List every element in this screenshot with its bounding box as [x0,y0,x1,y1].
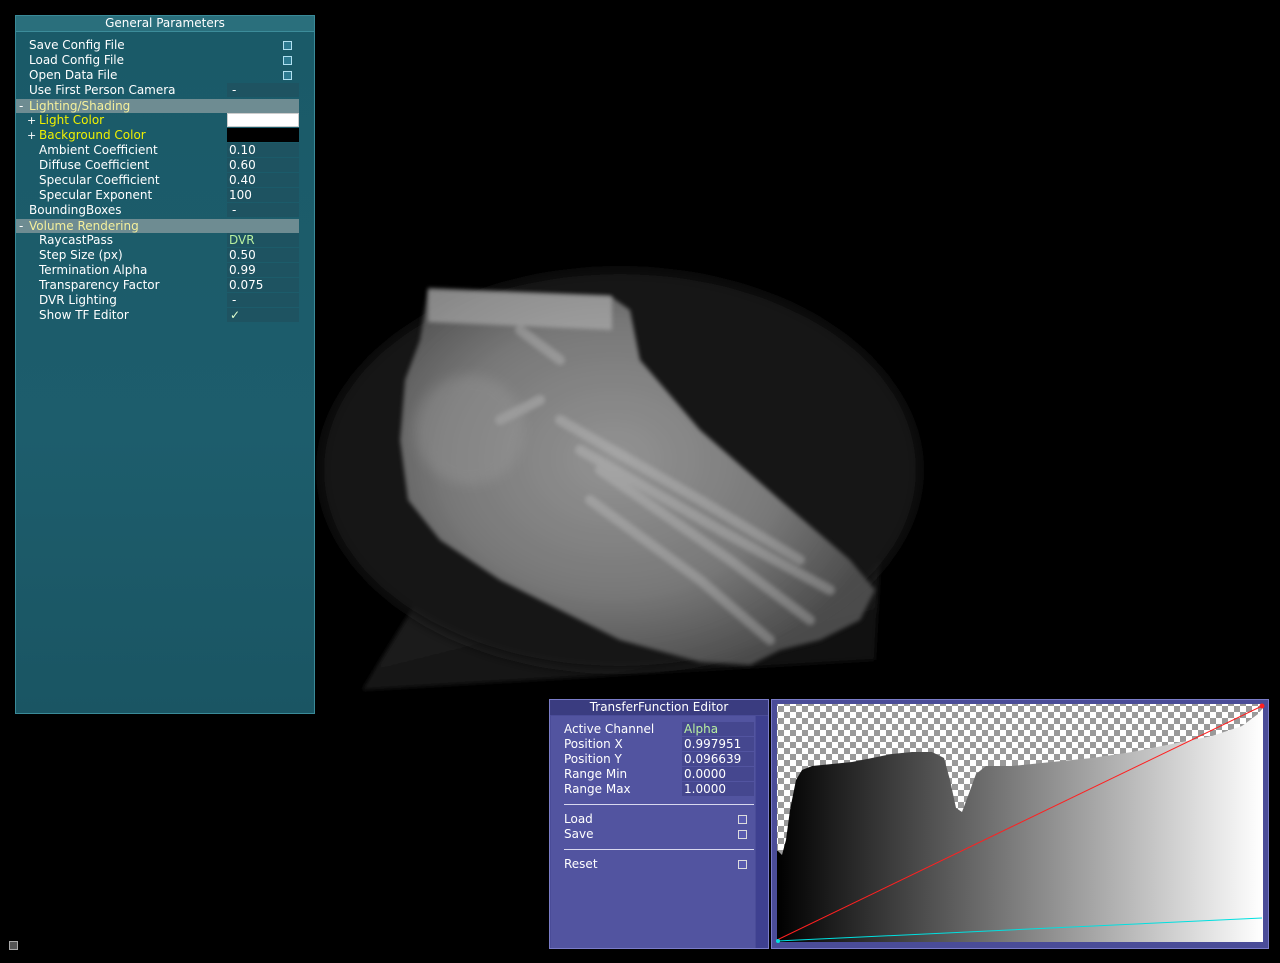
dvr-lighting-toggle[interactable]: - [227,293,299,307]
transparency-factor-field[interactable]: 0.075 [227,278,299,292]
bounding-boxes-label: BoundingBoxes [29,203,122,217]
volume-section-label: Volume Rendering [29,219,139,233]
active-channel-row: Active Channel Alpha [551,722,756,737]
corner-toggle-icon[interactable] [9,941,18,950]
tf-control-point[interactable] [776,939,780,943]
position-y-label: Position Y [564,752,622,766]
tf-control-point[interactable] [1259,703,1265,709]
raycast-pass-select[interactable]: DVR [227,233,299,247]
expand-icon[interactable]: + [27,128,36,143]
background-color-swatch[interactable] [227,128,299,142]
specular-exponent-row: Specular Exponent 100 [16,188,316,203]
dvr-lighting-label: DVR Lighting [39,293,117,307]
termination-alpha-field[interactable]: 0.99 [227,263,299,277]
position-y-row: Position Y 0.096639 [551,752,756,767]
specular-exponent-field[interactable]: 100 [227,188,299,202]
collapse-icon: - [19,99,24,113]
volume-rendering-section[interactable]: - Volume Rendering [16,219,299,233]
load-checkbox[interactable] [738,815,747,824]
open-data-checkbox[interactable] [283,71,292,80]
load-label: Load [564,812,593,826]
save-config-checkbox[interactable] [283,41,292,50]
position-x-field[interactable]: 0.997951 [682,737,754,751]
bounding-boxes-toggle[interactable]: - [227,203,299,217]
show-tf-editor-label: Show TF Editor [39,308,129,322]
background-color-row: + Background Color [16,128,316,143]
specular-label: Specular Coefficient [39,173,160,187]
expand-icon[interactable]: + [27,113,36,128]
tf-canvas[interactable] [772,700,1268,948]
collapse-icon: - [19,219,24,233]
save-checkbox[interactable] [738,830,747,839]
load-config-label: Load Config File [29,53,124,67]
divider [564,804,754,805]
reset-checkbox[interactable] [738,860,747,869]
lighting-section-label: Lighting/Shading [29,99,131,113]
show-tf-editor-row: Show TF Editor ✓ [16,308,316,323]
reset-label: Reset [564,857,598,871]
save-config-button[interactable]: Save Config File [16,38,316,53]
diffuse-field[interactable]: 0.60 [227,158,299,172]
step-size-field[interactable]: 0.50 [227,248,299,262]
active-channel-label: Active Channel [564,722,655,736]
light-color-row: + Light Color [16,113,316,128]
transparency-factor-label: Transparency Factor [39,278,160,292]
position-x-row: Position X 0.997951 [551,737,756,752]
transparency-factor-row: Transparency Factor 0.075 [16,278,316,293]
lighting-shading-section[interactable]: - Lighting/Shading [16,99,299,113]
light-color-label: Light Color [39,113,105,127]
range-max-row: Range Max 1.0000 [551,782,756,797]
tf-editor-scrollbar[interactable] [756,716,768,948]
general-parameters-panel: General Parameters Save Config File Load… [15,15,315,714]
diffuse-row: Diffuse Coefficient 0.60 [16,158,316,173]
first-person-camera-label: Use First Person Camera [29,83,176,97]
reset-button[interactable]: Reset [551,857,756,872]
background-color-label: Background Color [39,128,146,142]
tf-editor-title: TransferFunction Editor [550,700,768,715]
range-min-row: Range Min 0.0000 [551,767,756,782]
ambient-field[interactable]: 0.10 [227,143,299,157]
raycast-pass-row: RaycastPass DVR [16,233,316,248]
first-person-camera-row: Use First Person Camera - [16,83,316,98]
transfer-function-editor-panel: TransferFunction Editor Active Channel A… [549,699,769,949]
transfer-function-graph[interactable] [771,699,1269,949]
load-config-checkbox[interactable] [283,56,292,65]
ambient-label: Ambient Coefficient [39,143,158,157]
range-max-label: Range Max [564,782,631,796]
raycast-pass-label: RaycastPass [39,233,113,247]
specular-exponent-label: Specular Exponent [39,188,153,202]
tf-controls: Active Channel Alpha Position X 0.997951… [551,716,755,948]
specular-field[interactable]: 0.40 [227,173,299,187]
ambient-row: Ambient Coefficient 0.10 [16,143,316,158]
divider [564,849,754,850]
load-button[interactable]: Load [551,812,756,827]
range-max-field[interactable]: 1.0000 [682,782,754,796]
range-min-label: Range Min [564,767,628,781]
panel-title: General Parameters [16,16,314,32]
range-min-field[interactable]: 0.0000 [682,767,754,781]
dvr-lighting-row: DVR Lighting - [16,293,316,308]
show-tf-editor-checkmark-icon[interactable]: ✓ [227,308,299,322]
termination-alpha-row: Termination Alpha 0.99 [16,263,316,278]
light-color-swatch[interactable] [227,113,299,127]
save-button[interactable]: Save [551,827,756,842]
diffuse-label: Diffuse Coefficient [39,158,150,172]
step-size-row: Step Size (px) 0.50 [16,248,316,263]
open-data-label: Open Data File [29,68,118,82]
save-config-label: Save Config File [29,38,125,52]
termination-alpha-label: Termination Alpha [39,263,148,277]
save-label: Save [564,827,594,841]
bounding-boxes-row: BoundingBoxes - [16,203,316,218]
position-y-field[interactable]: 0.096639 [682,752,754,766]
open-data-button[interactable]: Open Data File [16,68,316,83]
specular-row: Specular Coefficient 0.40 [16,173,316,188]
load-config-button[interactable]: Load Config File [16,53,316,68]
active-channel-select[interactable]: Alpha [682,722,754,736]
first-person-camera-toggle[interactable]: - [227,83,299,97]
position-x-label: Position X [564,737,623,751]
step-size-label: Step Size (px) [39,248,123,262]
